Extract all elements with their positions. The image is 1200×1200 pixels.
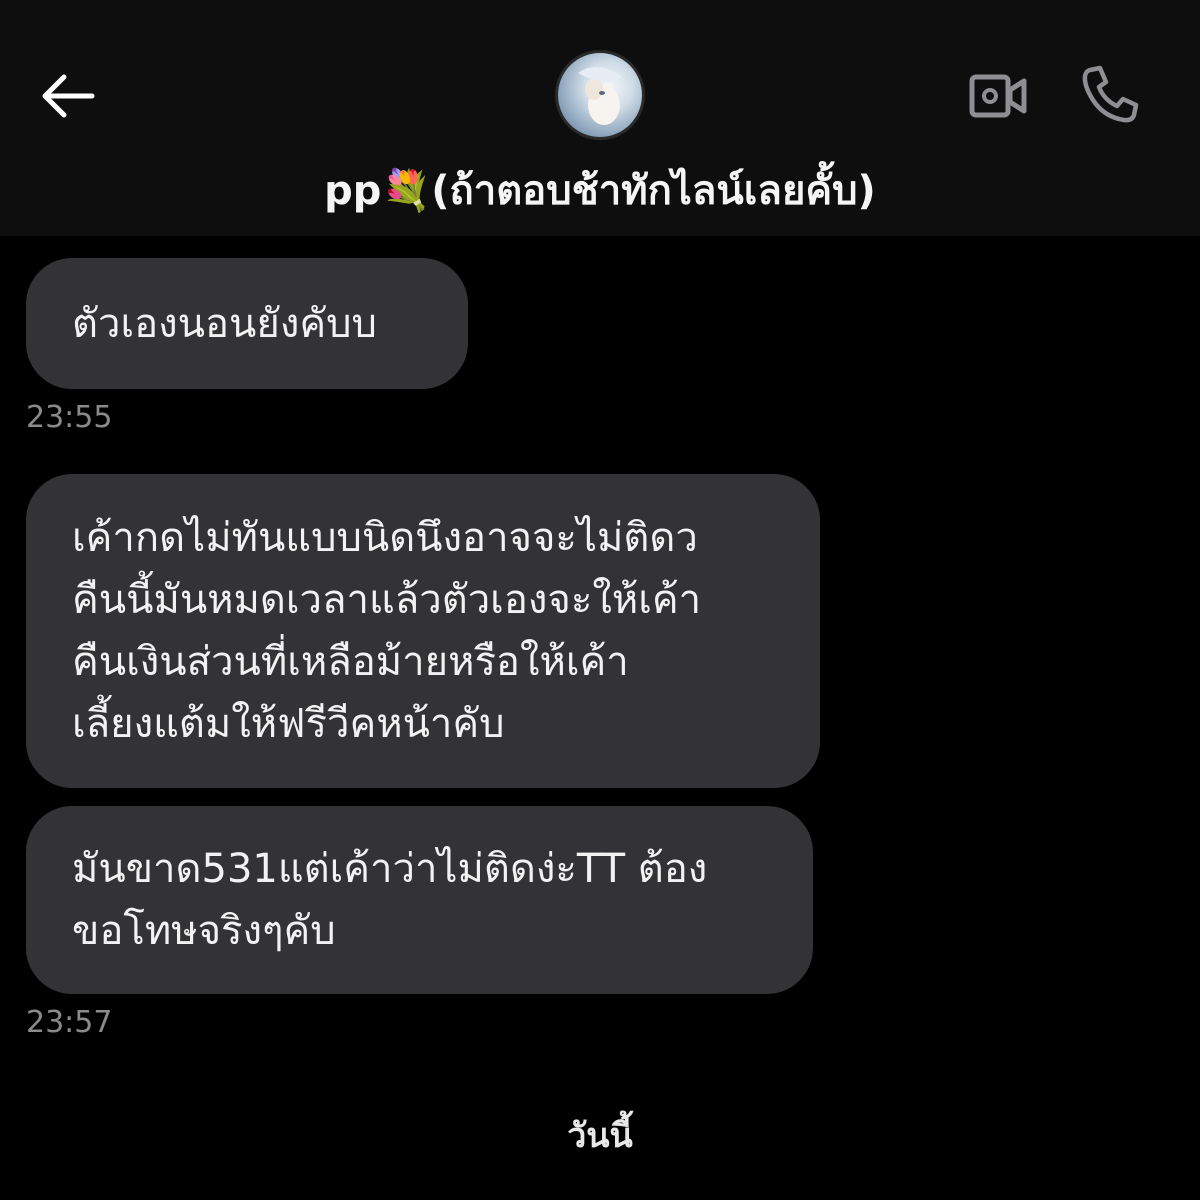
contact-name[interactable]: pp💐(ถ้าตอบช้าทักไลน์เลยคั้บ) <box>0 158 1200 222</box>
message-timestamp: 23:57 <box>26 1005 113 1040</box>
date-separator: วันนี้ <box>567 1116 633 1156</box>
video-call-icon <box>969 74 1027 118</box>
message-text: เค้ากดไม่ทันแบบนิดนึงอาจจะไม่ติดว คืนนี้… <box>72 515 702 747</box>
contact-avatar[interactable] <box>555 50 645 140</box>
arrow-left-icon <box>42 74 95 118</box>
message-timestamp: 23:55 <box>26 400 113 435</box>
voice-call-button[interactable] <box>1078 62 1142 126</box>
phone-icon <box>1082 65 1139 123</box>
back-button[interactable] <box>36 66 100 126</box>
message-bubble[interactable]: มันขาด531แต่เค้าว่าไม่ติดง่ะTT ต้อง ขอโท… <box>26 806 813 994</box>
video-call-button[interactable] <box>966 66 1030 126</box>
message-text: มันขาด531แต่เค้าว่าไม่ติดง่ะTT ต้อง ขอโท… <box>72 846 708 954</box>
message-bubble[interactable]: ตัวเองนอนยังคับบ <box>26 258 468 389</box>
chat-header: pp💐(ถ้าตอบช้าทักไลน์เลยคั้บ) <box>0 0 1200 236</box>
message-text: ตัวเองนอนยังคับบ <box>72 300 377 347</box>
message-bubble[interactable]: เค้ากดไม่ทันแบบนิดนึงอาจจะไม่ติดว คืนนี้… <box>26 474 820 788</box>
avatar-image <box>578 66 622 125</box>
